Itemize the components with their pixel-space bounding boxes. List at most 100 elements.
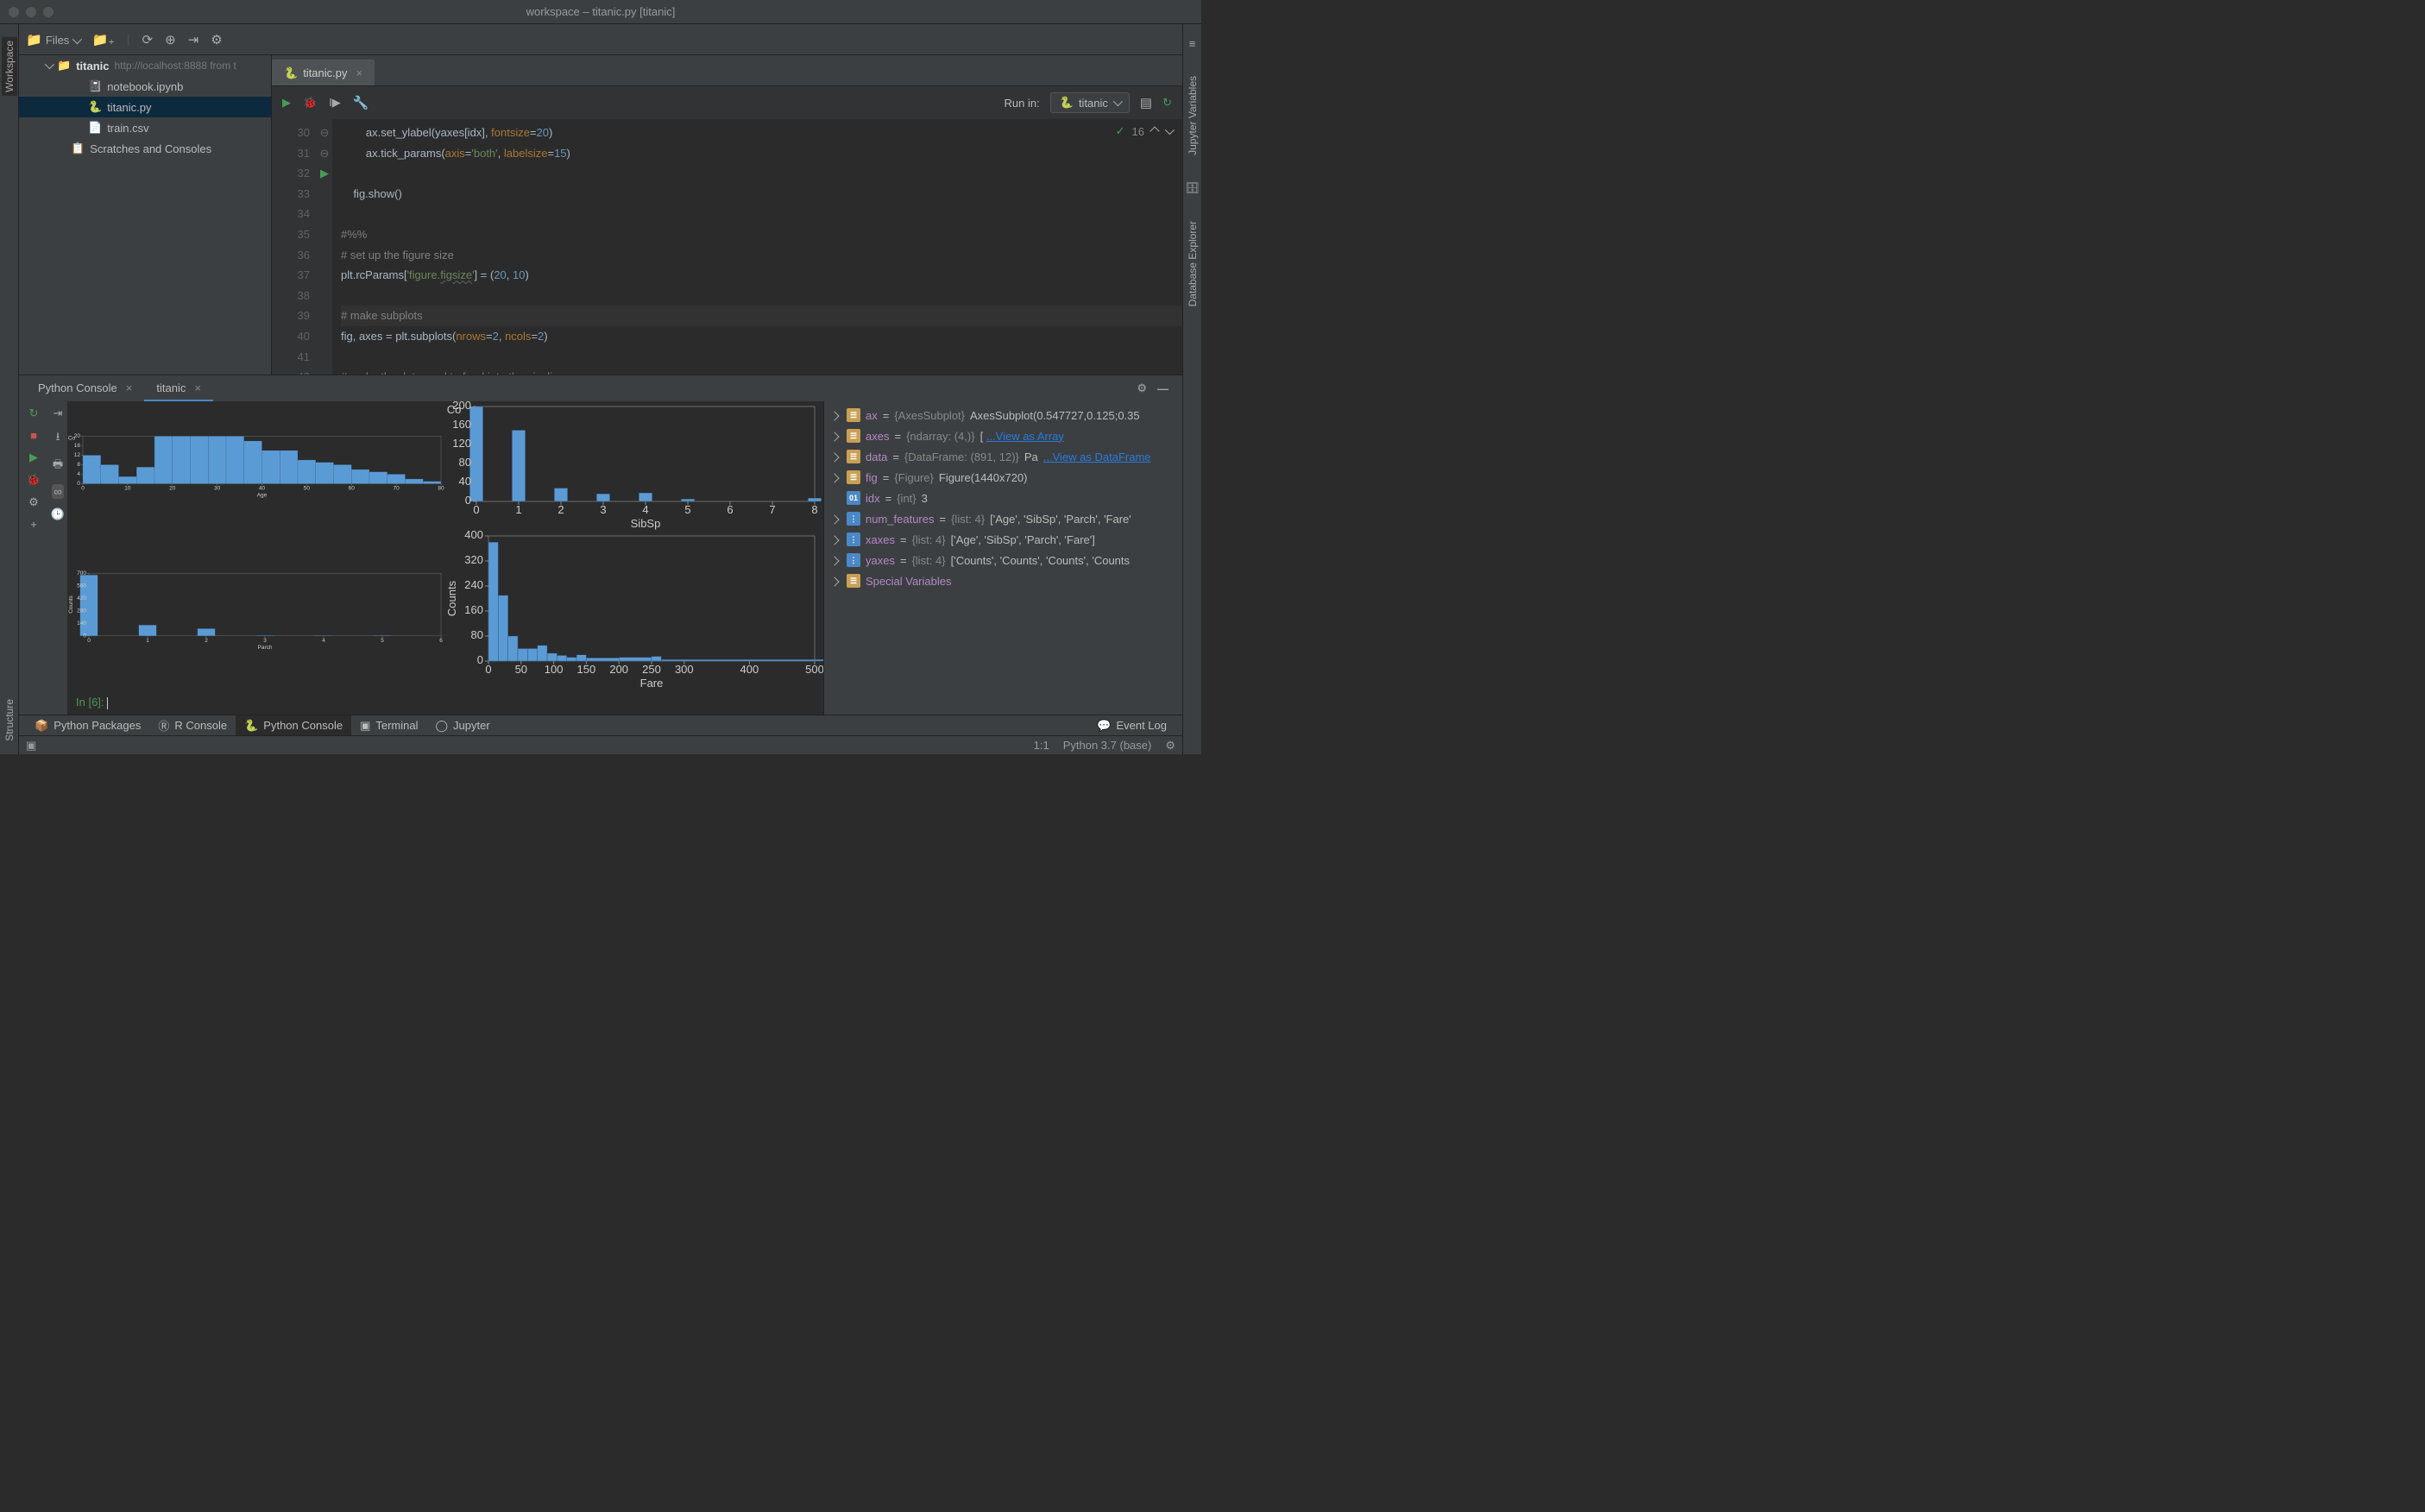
- tab-jupyter[interactable]: ◯Jupyter: [426, 715, 498, 736]
- svg-text:280: 280: [77, 608, 86, 614]
- variable-row[interactable]: ⋮yaxes = {list: 4} ['Counts', 'Counts', …: [824, 550, 1182, 570]
- add-icon[interactable]: +: [30, 518, 37, 531]
- vars-icon[interactable]: ∞: [52, 484, 63, 499]
- variable-row[interactable]: ⋮xaxes = {list: 4} ['Age', 'SibSp', 'Par…: [824, 529, 1182, 550]
- tree-scratches[interactable]: 📋Scratches and Consoles: [19, 138, 271, 159]
- interpreter-selector[interactable]: 🐍 titanic: [1050, 92, 1130, 113]
- wrench-icon[interactable]: 🔧: [353, 95, 369, 110]
- interpreter-status[interactable]: Python 3.7 (base): [1063, 739, 1152, 752]
- jupyter-vars-tool[interactable]: Jupyter Variables: [1187, 76, 1199, 155]
- db-icon[interactable]: 🗄: [1185, 181, 1200, 195]
- python-icon: 🐍: [1060, 96, 1074, 110]
- hide-panel-icon[interactable]: —: [1157, 382, 1168, 395]
- svg-text:Co: Co: [447, 403, 462, 416]
- cursor-position[interactable]: 1:1: [1034, 739, 1049, 752]
- console-output[interactable]: 01020304050607080048121620AgeCo012345678…: [67, 401, 823, 715]
- status-left-icon[interactable]: ▣: [26, 739, 36, 753]
- attach-icon[interactable]: ⇥: [54, 406, 63, 420]
- settings-icon[interactable]: ⚙: [211, 32, 222, 47]
- svg-text:60: 60: [349, 486, 356, 492]
- terminal-icon: ▣: [360, 719, 370, 733]
- tab-python-packages[interactable]: 📦Python Packages: [26, 715, 149, 736]
- collapse-icon[interactable]: ⇥: [188, 32, 199, 47]
- gear-icon[interactable]: ⚙: [1137, 381, 1147, 395]
- variable-row[interactable]: ☰data = {DataFrame: (891, 12)} Pa ...Vie…: [824, 446, 1182, 467]
- python-file-icon: 🐍: [284, 66, 298, 80]
- editor-tab-titanic[interactable]: 🐍 titanic.py ×: [272, 60, 375, 85]
- variables-panel: ☰ax = {AxesSubplot} AxesSubplot(0.547727…: [823, 401, 1182, 715]
- run-icon[interactable]: ▶: [29, 450, 38, 464]
- svg-text:1: 1: [515, 503, 521, 516]
- layout-icon[interactable]: ▤: [1140, 95, 1152, 110]
- tree-file-notebook[interactable]: 📓notebook.ipynb: [19, 76, 271, 97]
- inspection-widget[interactable]: ✓ 16: [1116, 124, 1172, 138]
- svg-text:80: 80: [471, 628, 483, 641]
- tab-event-log[interactable]: 💬Event Log: [1088, 715, 1175, 736]
- workspace-tool[interactable]: Workspace: [2, 37, 17, 96]
- files-dropdown[interactable]: 📁 Files: [26, 32, 79, 47]
- svg-text:140: 140: [77, 621, 86, 627]
- svg-text:150: 150: [577, 663, 596, 676]
- tree-file-titanic[interactable]: 🐍titanic.py: [19, 97, 271, 117]
- python-icon: 🐍: [244, 719, 258, 733]
- settings-icon[interactable]: ⚙: [1165, 739, 1175, 753]
- sync-icon[interactable]: ⟳: [142, 32, 153, 47]
- svg-text:120: 120: [452, 437, 471, 450]
- restart-icon[interactable]: ↻: [1162, 96, 1172, 110]
- minimize-window[interactable]: [26, 7, 36, 17]
- tree-root[interactable]: 📁 titanic http://localhost:8888 from t: [19, 55, 271, 76]
- maximize-window[interactable]: [43, 7, 54, 17]
- debug-icon[interactable]: 🐞: [27, 473, 41, 487]
- close-tab-icon[interactable]: ×: [356, 66, 363, 79]
- tab-r-console[interactable]: ⓇR Console: [149, 715, 236, 736]
- variable-row[interactable]: ☰Special Variables: [824, 570, 1182, 591]
- svg-text:5: 5: [684, 503, 690, 516]
- run-cell-icon[interactable]: ▶: [282, 96, 291, 110]
- variable-row[interactable]: ⋮num_features = {list: 4} ['Age', 'SibSp…: [824, 508, 1182, 529]
- svg-text:200: 200: [609, 663, 628, 676]
- close-icon[interactable]: ×: [194, 381, 201, 394]
- print-icon[interactable]: 🖶: [53, 457, 63, 476]
- svg-text:40: 40: [459, 475, 471, 488]
- debug-cell-icon[interactable]: 🐞: [303, 96, 317, 110]
- variable-row[interactable]: ☰ax = {AxesSubplot} AxesSubplot(0.547727…: [824, 405, 1182, 425]
- left-tool-strip: Workspace Structure: [0, 24, 19, 754]
- console-panel: Python Console× titanic× ⚙ — ↻ ■ ▶ 🐞: [19, 375, 1182, 715]
- rerun-icon[interactable]: ↻: [29, 406, 39, 420]
- target-icon[interactable]: ⊕: [165, 32, 176, 47]
- console-toolbar: ↻ ■ ▶ 🐞 ⚙ + ⇥ ⭳ 🖶 ∞ 🕒: [19, 401, 67, 715]
- structure-tool[interactable]: Structure: [3, 699, 16, 741]
- console-tab-titanic[interactable]: titanic×: [144, 375, 213, 401]
- code-editor[interactable]: 30313233343536373839404142 ⊖ ⊖▶ ax.set_y…: [272, 119, 1182, 375]
- history-icon[interactable]: 🕒: [51, 507, 65, 521]
- download-icon[interactable]: ⭳: [56, 429, 60, 448]
- variable-row[interactable]: 01idx = {int} 3: [824, 488, 1182, 508]
- variable-row[interactable]: ☰fig = {Figure} Figure(1440x720): [824, 467, 1182, 488]
- svg-text:20: 20: [169, 486, 176, 492]
- svg-text:80: 80: [459, 456, 471, 469]
- step-icon[interactable]: I▶: [329, 96, 341, 110]
- chevron-up-icon[interactable]: [1150, 126, 1159, 135]
- close-window[interactable]: [9, 7, 19, 17]
- svg-text:6: 6: [727, 503, 733, 516]
- tab-terminal[interactable]: ▣Terminal: [351, 715, 426, 736]
- svg-text:0: 0: [477, 653, 483, 666]
- editor-tabbar: 🐍 titanic.py ×: [272, 55, 1182, 86]
- package-icon: 📦: [35, 719, 48, 733]
- svg-text:700: 700: [77, 570, 86, 576]
- close-icon[interactable]: ×: [126, 381, 133, 394]
- settings-icon[interactable]: ⚙: [28, 495, 39, 509]
- menu-icon[interactable]: ≡: [1189, 37, 1196, 50]
- variable-row[interactable]: ☰axes = {ndarray: (4,)} [ ...View as Arr…: [824, 425, 1182, 446]
- svg-text:0: 0: [77, 481, 80, 487]
- titlebar: workspace – titanic.py [titanic]: [0, 0, 1201, 24]
- svg-text:0: 0: [87, 638, 91, 644]
- tab-python-console[interactable]: 🐍Python Console: [236, 715, 351, 736]
- tree-file-train[interactable]: 📄train.csv: [19, 117, 271, 138]
- svg-text:30: 30: [214, 486, 221, 492]
- stop-icon[interactable]: ■: [30, 429, 37, 442]
- db-explorer-tool[interactable]: Database Explorer: [1187, 221, 1199, 306]
- console-tab-python[interactable]: Python Console×: [26, 375, 144, 401]
- console-prompt[interactable]: In [6]:: [67, 690, 823, 715]
- new-folder-icon[interactable]: 📁₊: [91, 32, 115, 47]
